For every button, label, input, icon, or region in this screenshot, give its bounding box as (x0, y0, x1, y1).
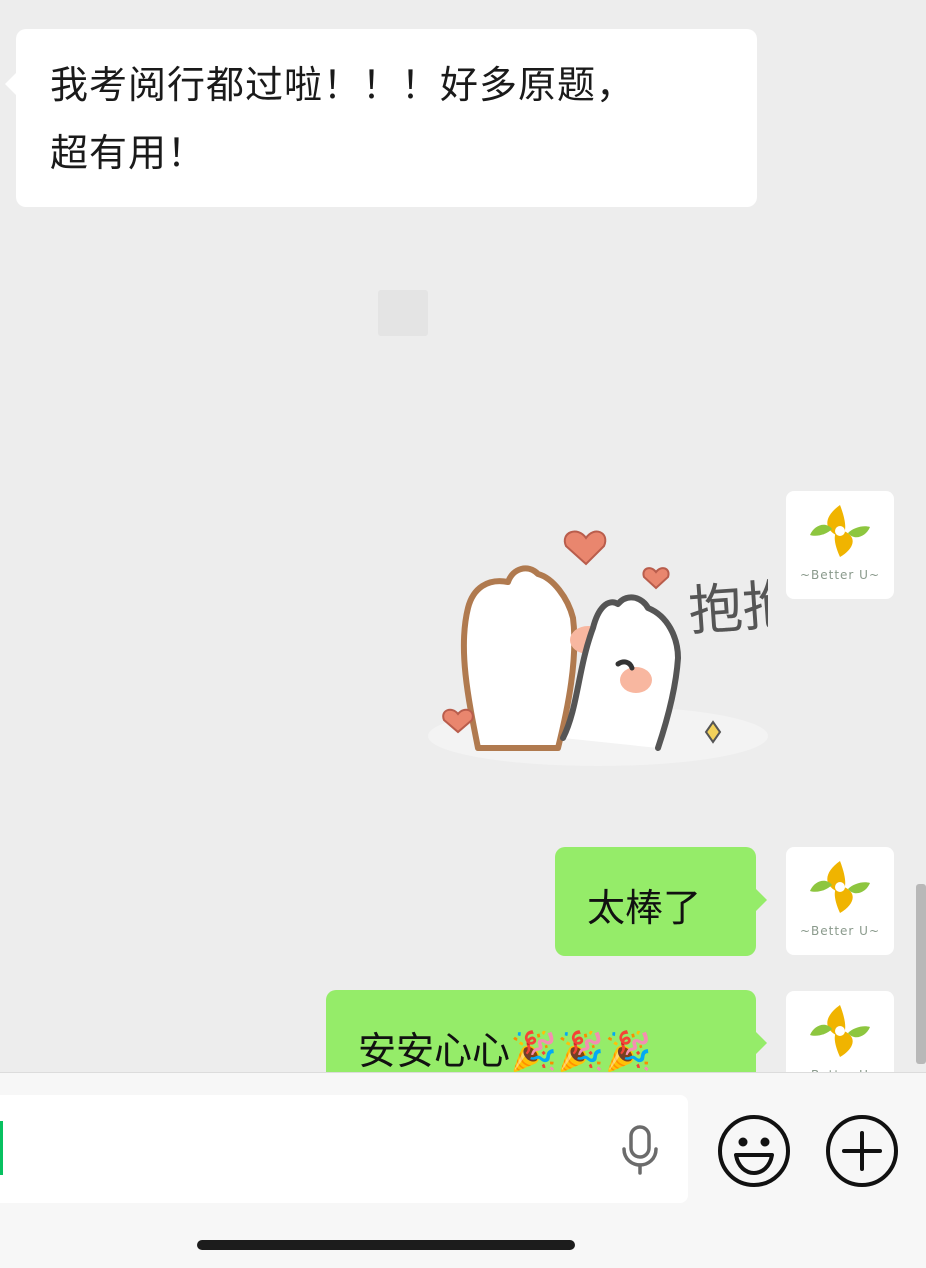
hug-bears-sticker-image: 抱抱 (428, 530, 799, 766)
logo-text: ~Better U~ (799, 568, 881, 582)
incoming-message-bubble[interactable]: 我考阅行都过啦！！！好多原题， 超有用！ (5, 29, 757, 207)
home-indicator[interactable] (197, 1240, 575, 1250)
better-u-logo-icon (810, 505, 870, 557)
sticker-text: 抱抱 (687, 573, 768, 643)
message-input[interactable] (0, 1095, 688, 1203)
outgoing-message-bubble[interactable]: 太棒了 (555, 847, 767, 956)
avatar[interactable]: ~Better U~ (786, 847, 894, 955)
better-u-logo-icon (810, 1005, 870, 1057)
input-bar (0, 1072, 926, 1268)
text-caret (0, 1121, 3, 1175)
avatar[interactable]: ~Better U~ (786, 991, 894, 1072)
smiley-icon[interactable] (716, 1113, 792, 1189)
scrollbar-thumb[interactable] (916, 884, 926, 1064)
hug-sticker[interactable]: 抱抱 (428, 508, 799, 778)
faded-placeholder (378, 290, 428, 336)
plus-icon[interactable] (824, 1113, 900, 1189)
message-text: 安安心心🎉🎉🎉 (358, 1029, 652, 1072)
message-text: 太棒了 (587, 886, 702, 930)
logo-text: ~Better U~ (799, 924, 881, 938)
microphone-icon[interactable] (618, 1125, 662, 1175)
outgoing-message-bubble[interactable]: 安安心心🎉🎉🎉 (326, 990, 767, 1072)
message-text: 我考阅行都过啦！！！好多原题， 超有用！ (50, 63, 636, 175)
avatar[interactable]: ~Better U~ (786, 491, 894, 599)
better-u-logo-icon (810, 861, 870, 913)
chat-area[interactable]: 我考阅行都过啦！！！好多原题， 超有用！ ~Better U~ 抱抱 ~Bett… (0, 0, 926, 1072)
